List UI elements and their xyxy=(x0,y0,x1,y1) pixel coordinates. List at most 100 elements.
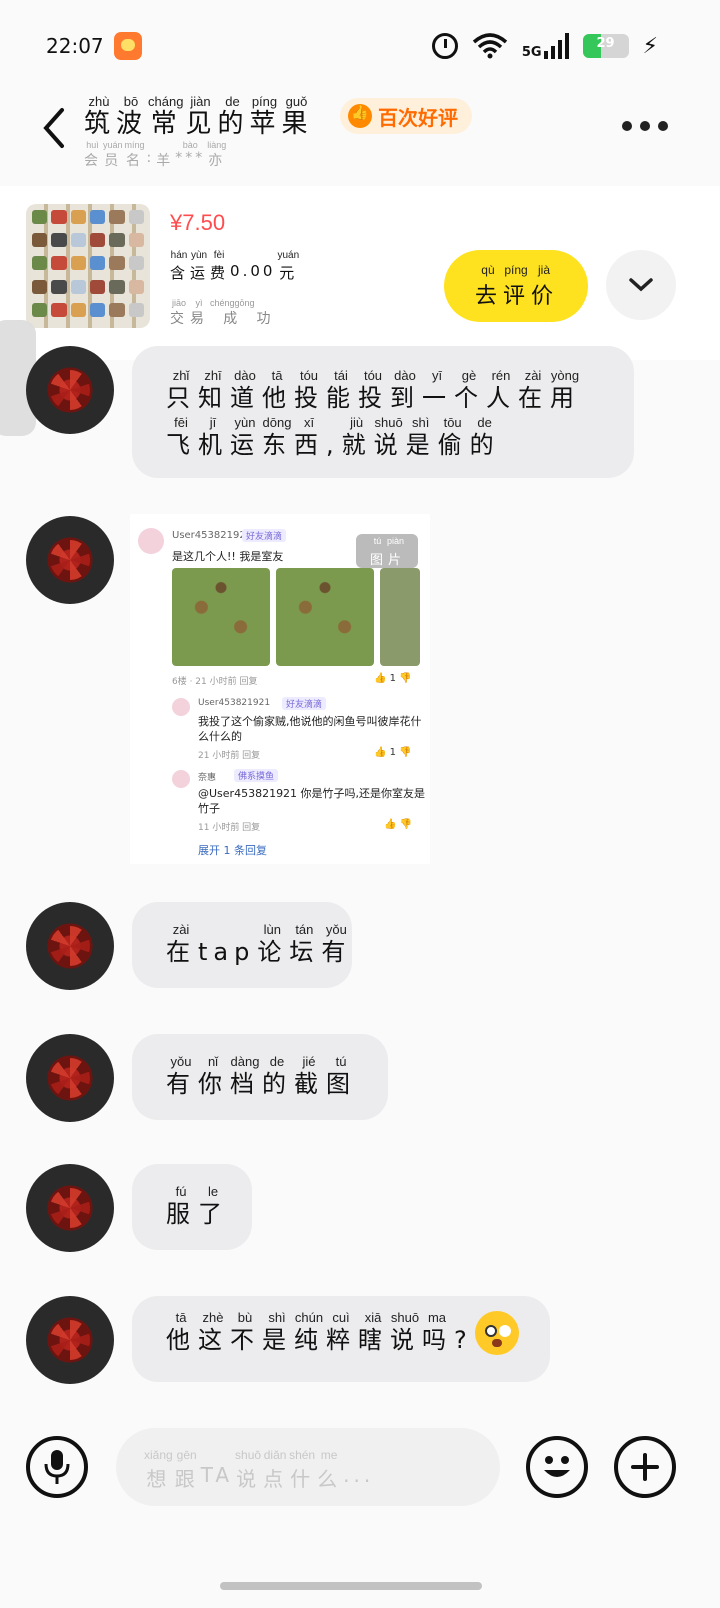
message-bubble[interactable]: zhǐ 只 zhī 知 dào 道 tā 他 tóu 投 tái 能 tóu 投 dào 到 yī 一 gè 个 rén… xyxy=(132,346,634,478)
placeholder-char: shén 什 xyxy=(289,1448,315,1492)
member-char: bào *** xyxy=(175,140,205,170)
msg-char: fú 服 xyxy=(166,1184,196,1229)
flushed-emoji-icon xyxy=(474,1311,519,1355)
msg-text: 有 xyxy=(166,1070,196,1098)
image-tag-text: 片 xyxy=(388,553,404,568)
msg-pinyin: fú xyxy=(175,1184,187,1199)
review-button[interactable]: qù 去 píng 评 jià 价 xyxy=(444,250,588,322)
product-thumb-tile xyxy=(89,279,106,294)
smile-icon xyxy=(544,1456,570,1477)
message-input[interactable]: xiǎng 想 gēn 跟 TA shuō 说 diǎn 点 shén 什 me 么 ... xyxy=(116,1428,500,1506)
emoji-button[interactable] xyxy=(526,1436,588,1498)
msg-pinyin: de xyxy=(269,1054,285,1069)
avatar[interactable] xyxy=(26,346,114,434)
placeholder-text: 说 xyxy=(236,1467,261,1491)
placeholder-char: diǎn 点 xyxy=(263,1448,287,1492)
msg-pinyin: gè xyxy=(461,368,477,383)
msg-text: 你 xyxy=(198,1070,228,1098)
avatar[interactable] xyxy=(26,516,114,604)
voice-button[interactable] xyxy=(26,1436,88,1498)
msg-pinyin: shuō xyxy=(374,415,403,430)
product-thumb-tile xyxy=(109,256,125,271)
avatar[interactable] xyxy=(26,902,114,990)
fee-pinyin: fèi xyxy=(213,250,225,261)
msg-pinyin: lùn xyxy=(263,922,282,937)
product-thumb-tile xyxy=(128,233,144,248)
product-thumb-tile xyxy=(70,210,86,224)
fee-char: yùn 运 xyxy=(190,250,208,283)
product-image[interactable] xyxy=(26,204,150,328)
title-text: 波 xyxy=(116,109,147,139)
msg-text: , xyxy=(326,431,340,459)
back-button[interactable] xyxy=(38,106,70,150)
fee-pinyin: yùn xyxy=(190,250,208,261)
product-thumb-tile xyxy=(109,233,125,248)
review-char: qù 去 xyxy=(475,263,501,310)
review-char: píng 评 xyxy=(503,263,529,310)
avatar[interactable] xyxy=(26,1296,114,1384)
msg-char: shì 是 xyxy=(262,1310,292,1355)
placeholder-text: 点 xyxy=(263,1467,288,1491)
member-pinyin: liàng xyxy=(207,140,227,150)
product-thumb-tile xyxy=(89,302,106,317)
post-text: 是这几个人!! 我是室友 xyxy=(172,550,284,563)
msg-char: ? xyxy=(454,1310,473,1355)
msg-pinyin: tóu xyxy=(363,368,383,383)
member-char: míng 名 xyxy=(125,140,145,170)
image-message[interactable]: User453821921 好友滴滴 是这几个人!! 我是室友 tú 图 piàn 片… xyxy=(130,514,430,864)
reply-user-tag: 佛系摸鱼 xyxy=(234,769,279,782)
placeholder-text: 么 xyxy=(317,1467,342,1491)
member-pinyin: huì xyxy=(86,140,99,150)
msg-text: 坛 xyxy=(289,938,320,966)
microphone-icon xyxy=(44,1450,70,1484)
title-char: jiàn 见 xyxy=(185,94,215,139)
msg-pinyin: zhè xyxy=(202,1310,224,1325)
msg-char: xiā 瞎 xyxy=(358,1310,388,1355)
good-reviews-badge[interactable]: 百次好评 xyxy=(340,98,472,134)
msg-text: ? xyxy=(454,1326,473,1354)
msg-char: yī 一 xyxy=(422,368,452,413)
status-text: 易 xyxy=(190,311,208,327)
avatar[interactable] xyxy=(26,1164,114,1252)
member-text: *** xyxy=(175,150,206,166)
post-avatar xyxy=(138,528,164,554)
msg-text: 飞 xyxy=(166,431,196,459)
product-thumb-tile xyxy=(70,302,86,317)
avatar[interactable] xyxy=(26,1034,114,1122)
status-text: 交 xyxy=(170,311,188,327)
product-thumb-tile xyxy=(32,210,48,224)
placeholder-char: xiǎng 想 xyxy=(144,1448,173,1492)
placeholder-pinyin xyxy=(357,1448,360,1463)
msg-text: 说 xyxy=(373,431,404,459)
msg-text: 说 xyxy=(390,1326,420,1354)
plus-button[interactable] xyxy=(614,1436,676,1498)
msg-text: 用 xyxy=(550,384,580,412)
msg-pinyin: zài xyxy=(172,922,190,937)
msg-pinyin: tú xyxy=(335,1054,347,1069)
trade-status: jiāo 交 yì 易 chénggōng 成 功 xyxy=(170,298,275,328)
message-bubble[interactable]: zài 在 tap lùn 论 tán 坛 yǒu 有 xyxy=(132,902,352,988)
review-text: 去 xyxy=(474,283,501,309)
message-bubble[interactable]: tā 他 zhè 这 bù 不 shì 是 chún 纯 cuì 粹 xiā 瞎 shuō 说 ma 吗 ? xyxy=(132,1296,550,1382)
post-like-count: 1 xyxy=(389,673,397,684)
expand-button[interactable] xyxy=(606,250,676,320)
fee-value-cell: 0.00 xyxy=(230,250,275,283)
status-time: 22:07 xyxy=(46,34,104,58)
member-text: 亦 xyxy=(208,153,226,169)
status-pinyin: yì xyxy=(195,298,203,308)
status-pinyin xyxy=(264,298,267,308)
msg-char: tā 他 xyxy=(166,1310,196,1355)
more-button[interactable] xyxy=(622,116,670,136)
home-indicator[interactable] xyxy=(220,1582,482,1590)
message-bubble[interactable]: yǒu 有 nǐ 你 dàng 档 de 的 jié 截 tú 图 xyxy=(132,1034,388,1120)
msg-char: nǐ 你 xyxy=(198,1054,228,1099)
msg-text: 到 xyxy=(390,384,420,412)
status-char: chénggōng 成 xyxy=(210,298,255,328)
msg-pinyin: yī xyxy=(431,368,443,383)
member-char: huì 会 xyxy=(84,140,101,170)
product-thumb-tile xyxy=(89,256,106,271)
msg-pinyin: nǐ xyxy=(207,1054,219,1069)
message-bubble[interactable]: fú 服 le 了 xyxy=(132,1164,252,1250)
reply-avatar xyxy=(172,770,190,788)
msg-char: tóu 投 xyxy=(358,368,388,413)
